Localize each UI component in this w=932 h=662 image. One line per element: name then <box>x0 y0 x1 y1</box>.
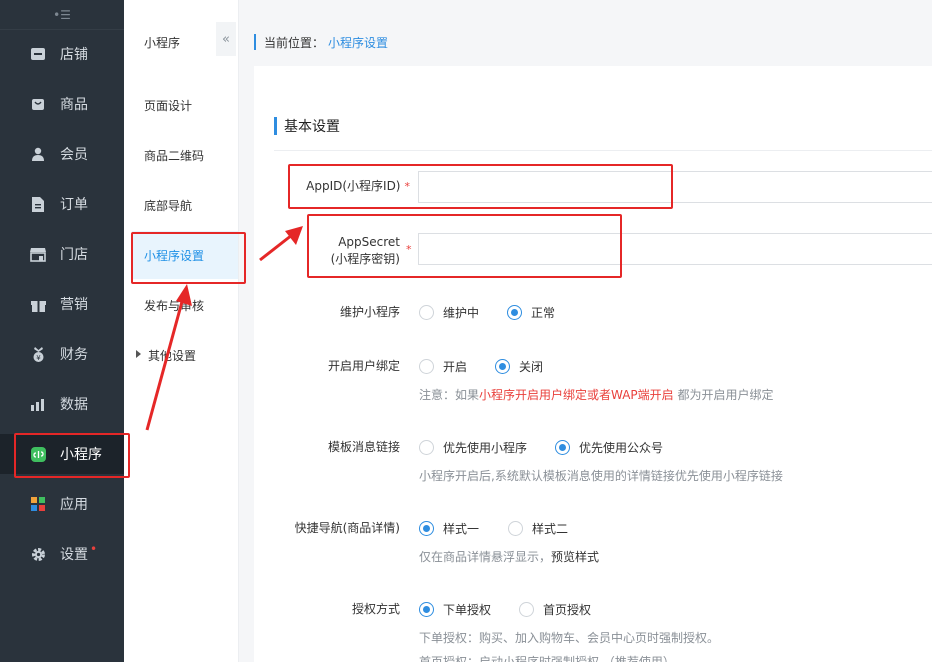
arrow-to-form-fields <box>259 226 303 262</box>
arrow-to-submenu <box>145 284 192 431</box>
annotation-arrows <box>145 226 303 431</box>
